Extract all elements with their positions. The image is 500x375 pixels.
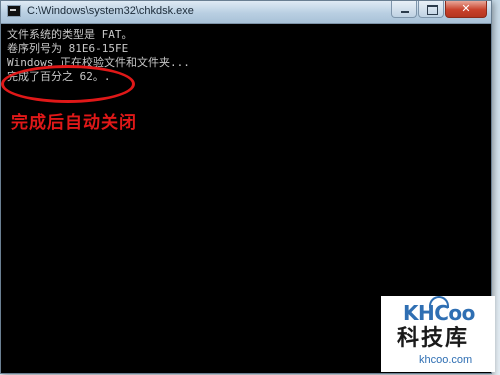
annotation-auto-close: 完成后自动关闭: [11, 113, 137, 133]
close-button[interactable]: ✕: [445, 1, 487, 18]
minimize-icon: [401, 11, 409, 13]
watermark-site-name: 科技库: [397, 326, 470, 351]
maximize-button[interactable]: [418, 1, 444, 18]
site-watermark: KHCoo 科技库 khcoo.com: [381, 296, 495, 372]
console-line-fs-type: 文件系统的类型是 FAT。: [7, 28, 133, 41]
window-titlebar[interactable]: C:\Windows\system32\chkdsk.exe ✕: [1, 1, 491, 24]
desktop-screen: C:\Windows\system32\chkdsk.exe ✕ 文件系统的类型…: [0, 0, 500, 375]
window-title: C:\Windows\system32\chkdsk.exe: [27, 5, 194, 17]
console-line-volume-serial: 卷序列号为 81E6-15FE: [7, 42, 129, 55]
watermark-domain: khcoo.com: [419, 354, 473, 366]
console-app-icon: [7, 5, 21, 17]
window-controls: ✕: [390, 1, 487, 19]
watermark-logo: KHCoo: [403, 301, 475, 325]
maximize-icon: [427, 5, 438, 15]
close-icon: ✕: [461, 2, 471, 15]
progress-highlight-ellipse: [1, 65, 135, 103]
minimize-button[interactable]: [391, 1, 417, 18]
